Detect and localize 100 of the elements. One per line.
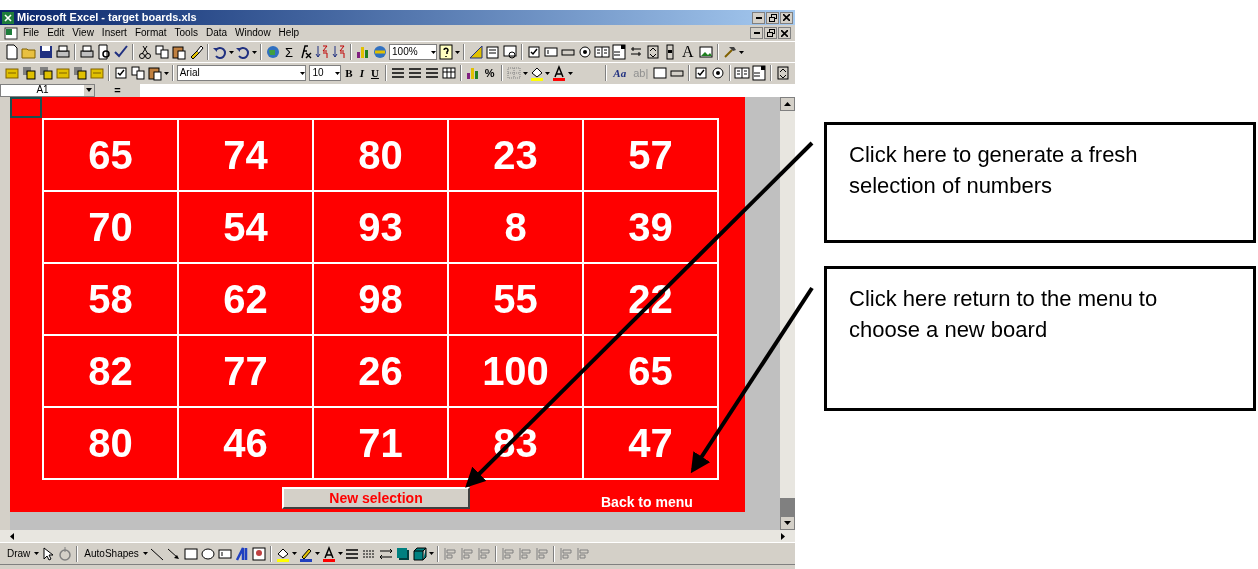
- board-number: 100: [448, 335, 583, 407]
- label-button[interactable]: Aa: [610, 64, 630, 82]
- show-comment-icon[interactable]: [71, 65, 88, 81]
- wordart-icon[interactable]: [233, 545, 250, 562]
- 3d-icon[interactable]: [411, 545, 428, 562]
- restore-button[interactable]: [766, 11, 779, 24]
- close-button[interactable]: [780, 11, 793, 24]
- minimize-button[interactable]: [750, 27, 763, 39]
- horizontal-scrollbar[interactable]: [0, 530, 795, 542]
- menu-item[interactable]: Insert: [98, 28, 130, 38]
- underline-button[interactable]: U: [368, 64, 382, 82]
- combo-box-icon[interactable]: [611, 44, 628, 60]
- board-number: 65: [583, 335, 718, 407]
- new-file-icon[interactable]: [4, 44, 20, 60]
- autosum-button[interactable]: Σ: [282, 43, 297, 61]
- spelling-icon[interactable]: [113, 44, 129, 60]
- undo-icon[interactable]: [212, 44, 228, 60]
- format-painter-icon[interactable]: [188, 44, 204, 60]
- minimize-button[interactable]: [752, 11, 765, 24]
- percent-button[interactable]: %: [481, 64, 498, 82]
- clip-art-icon[interactable]: [250, 545, 267, 562]
- restore-button[interactable]: [764, 27, 777, 39]
- sort-ascending-icon[interactable]: [314, 44, 331, 60]
- menu-item[interactable]: File: [20, 28, 43, 38]
- dropdown-caret-icon: [335, 71, 341, 75]
- image-icon[interactable]: [697, 44, 714, 60]
- spin-button-icon[interactable]: [645, 44, 662, 60]
- menu-item[interactable]: Format: [131, 28, 170, 38]
- font-box[interactable]: Arial: [176, 65, 307, 81]
- align-center-icon[interactable]: [406, 65, 423, 81]
- workbook-icon[interactable]: [4, 26, 18, 40]
- save-icon[interactable]: [38, 44, 54, 60]
- paste-icon[interactable]: [146, 65, 163, 81]
- sort-descending-icon[interactable]: [331, 44, 348, 60]
- option-button-icon[interactable]: [577, 44, 594, 60]
- back-to-menu-link[interactable]: Back to menu: [601, 495, 693, 509]
- copy-icon[interactable]: [154, 44, 170, 60]
- group-box-icon[interactable]: [652, 65, 669, 81]
- selected-cell[interactable]: [10, 97, 42, 118]
- italic-button[interactable]: I: [356, 64, 367, 82]
- minimize-icon: [755, 16, 762, 19]
- scroll-thumb[interactable]: [780, 498, 795, 516]
- formula-input[interactable]: [140, 83, 795, 97]
- font-size-box[interactable]: 10: [309, 65, 342, 81]
- dropdown-caret-icon: [455, 50, 461, 54]
- autoshapes-menu-button[interactable]: AutoShapes: [81, 545, 142, 562]
- vertical-scrollbar[interactable]: [780, 97, 795, 530]
- design-mode-icon[interactable]: [468, 44, 485, 60]
- copy-icon[interactable]: [129, 65, 146, 81]
- paste-icon[interactable]: [171, 44, 187, 60]
- board-number: 98: [313, 263, 448, 335]
- cut-icon[interactable]: [137, 44, 153, 60]
- align-left-icon[interactable]: [389, 65, 406, 81]
- checkbox-icon[interactable]: [693, 65, 710, 81]
- menu-item[interactable]: Window: [232, 28, 274, 38]
- properties-icon[interactable]: [485, 44, 502, 60]
- board-number: 70: [43, 191, 178, 263]
- rectangle-icon[interactable]: [182, 545, 199, 562]
- bold-button[interactable]: B: [342, 64, 356, 82]
- shadow-icon[interactable]: [394, 545, 411, 562]
- redo-icon[interactable]: [235, 44, 251, 60]
- oval-icon[interactable]: [199, 545, 216, 562]
- spinner-icon[interactable]: [775, 65, 792, 81]
- name-box[interactable]: A1: [0, 83, 95, 97]
- help-icon[interactable]: [438, 44, 455, 60]
- list-box-icon[interactable]: [734, 65, 751, 81]
- formula-equals[interactable]: =: [95, 84, 140, 96]
- menu-item[interactable]: Data: [202, 28, 231, 38]
- dropdown-caret-icon: [314, 552, 320, 555]
- next-comment-icon[interactable]: [37, 65, 54, 81]
- combo-box-icon[interactable]: [751, 65, 768, 81]
- option-button-icon[interactable]: [710, 65, 727, 81]
- print-preview-icon[interactable]: [96, 44, 112, 60]
- dropdown-caret-icon: [738, 50, 744, 54]
- list-box-icon[interactable]: [594, 44, 611, 60]
- print-icon[interactable]: [79, 44, 95, 60]
- board-number: 23: [448, 119, 583, 191]
- font-color-icon[interactable]: [551, 65, 568, 81]
- align-right-icon[interactable]: [423, 65, 440, 81]
- font-color-icon[interactable]: [320, 545, 337, 562]
- previous-comment-icon[interactable]: [20, 65, 37, 81]
- globe-icon[interactable]: [265, 44, 281, 60]
- dropdown-caret-icon: [291, 552, 297, 555]
- view-code-icon[interactable]: [502, 44, 519, 60]
- text-box-icon[interactable]: [543, 44, 560, 60]
- zoom-box[interactable]: 100%: [389, 44, 438, 60]
- menu-item[interactable]: Edit: [44, 28, 68, 38]
- close-button[interactable]: [778, 27, 791, 39]
- checkbox-icon[interactable]: [112, 65, 129, 81]
- board-number: 26: [313, 335, 448, 407]
- merge-center-icon[interactable]: [440, 65, 457, 81]
- menu-item[interactable]: Help: [275, 28, 303, 38]
- checkbox-icon[interactable]: [526, 44, 543, 60]
- draw-menu-button[interactable]: Draw: [4, 545, 34, 562]
- printer-icon[interactable]: [55, 44, 71, 60]
- label-button[interactable]: A: [679, 43, 697, 61]
- menu-item[interactable]: Tools: [171, 28, 201, 38]
- menu-item[interactable]: View: [69, 28, 97, 38]
- fill-color-icon[interactable]: [528, 65, 545, 81]
- dropdown-caret-icon: [522, 71, 528, 75]
